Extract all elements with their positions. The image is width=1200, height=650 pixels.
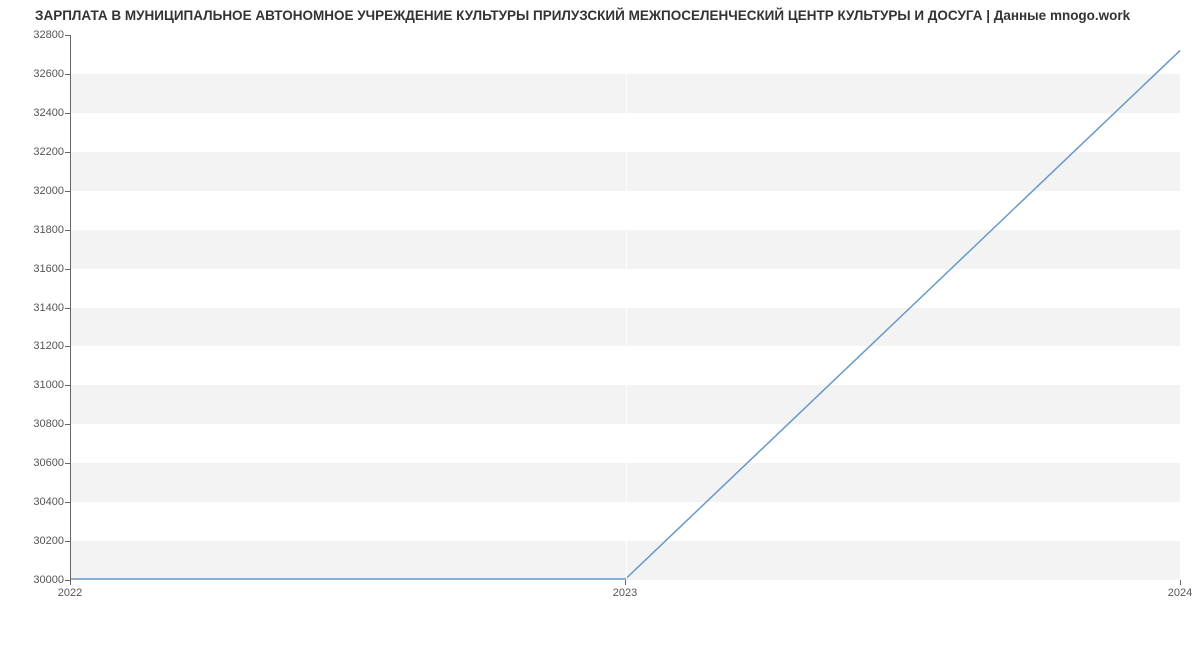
plot-area [70,35,1180,580]
y-tick-label: 32800 [4,29,64,41]
x-grid-line [626,35,627,579]
x-tick-label: 2023 [613,587,637,599]
y-tick-label: 32400 [4,107,64,119]
y-tick-label: 30200 [4,535,64,547]
y-tick-label: 30600 [4,457,64,469]
y-tick-label: 30400 [4,496,64,508]
y-tick-label: 31000 [4,379,64,391]
y-tick-label: 31600 [4,263,64,275]
x-tick-mark [1180,580,1181,585]
x-tick-label: 2022 [58,587,82,599]
y-tick-label: 30000 [4,574,64,586]
y-tick-label: 32200 [4,146,64,158]
x-grid-line [1181,35,1182,579]
y-tick-label: 32000 [4,185,64,197]
x-tick-mark [70,580,71,585]
x-tick-label: 2024 [1168,587,1192,599]
chart-container: ЗАРПЛАТА В МУНИЦИПАЛЬНОЕ АВТОНОМНОЕ УЧРЕ… [0,0,1200,620]
y-tick-label: 30800 [4,418,64,430]
y-tick-label: 32600 [4,68,64,80]
y-tick-label: 31200 [4,340,64,352]
y-tick-label: 31800 [4,224,64,236]
x-tick-mark [625,580,626,585]
chart-title: ЗАРПЛАТА В МУНИЦИПАЛЬНОЕ АВТОНОМНОЕ УЧРЕ… [35,8,1130,23]
y-tick-label: 31400 [4,302,64,314]
